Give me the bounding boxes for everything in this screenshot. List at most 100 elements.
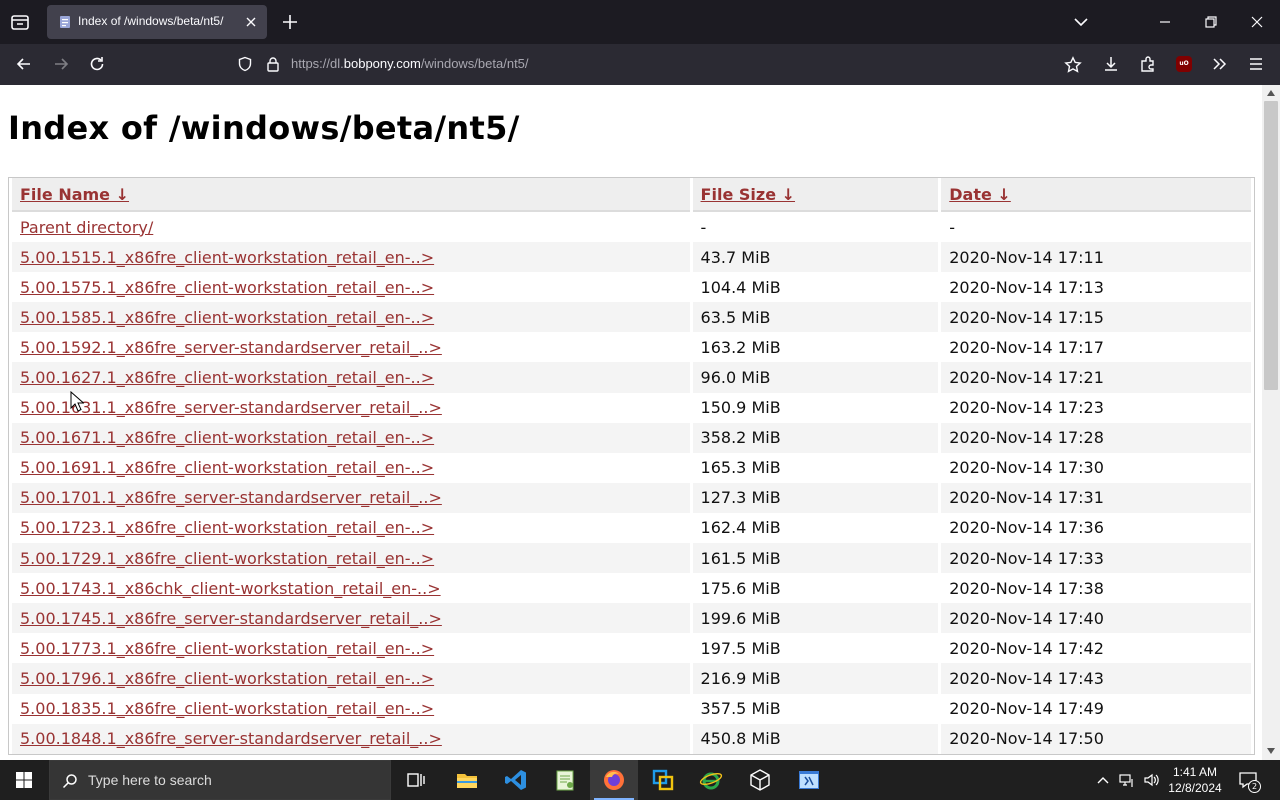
file-size-cell: 96.0 MiB bbox=[692, 362, 939, 393]
hamburger-icon[interactable] bbox=[1247, 55, 1265, 73]
vscode-icon[interactable] bbox=[504, 768, 528, 792]
star-icon[interactable] bbox=[1064, 56, 1082, 74]
file-size-cell: 199.6 MiB bbox=[692, 603, 939, 634]
taskbar-search-box[interactable]: Type here to search bbox=[49, 760, 391, 800]
sort-by-size-link[interactable]: File Size ↓ bbox=[701, 185, 795, 204]
scrollbar-thumb[interactable] bbox=[1264, 101, 1278, 390]
notepad-plus-plus-icon[interactable] bbox=[553, 768, 577, 792]
windows-taskbar: Type here to search 1:41 AM 12/8/2024 2 bbox=[0, 760, 1280, 800]
file-date-cell: 2020-Nov-14 17:36 bbox=[949, 518, 1104, 538]
file-explorer-icon[interactable] bbox=[455, 768, 479, 792]
file-name-cell: 5.00.1515.1_x86fre_client-workstation_re… bbox=[12, 242, 690, 273]
file-name-cell: Parent directory/ bbox=[12, 212, 690, 242]
file-name-cell: 5.00.1745.1_x86fre_server-standardserver… bbox=[12, 603, 690, 634]
download-icon[interactable] bbox=[1102, 55, 1120, 73]
file-link[interactable]: 5.00.1723.1_x86fre_client-workstation_re… bbox=[20, 518, 434, 537]
table-row: 5.00.1671.1_x86fre_client-workstation_re… bbox=[12, 422, 1251, 453]
close-window-icon[interactable] bbox=[1249, 14, 1265, 30]
scroll-up-arrow-icon[interactable] bbox=[1266, 89, 1276, 97]
file-name-cell: 5.00.1671.1_x86fre_client-workstation_re… bbox=[12, 422, 690, 453]
file-link[interactable]: 5.00.1835.1_x86fre_client-workstation_re… bbox=[20, 699, 434, 718]
vertical-scrollbar[interactable] bbox=[1262, 85, 1280, 760]
file-size-cell: 161.5 MiB bbox=[692, 543, 939, 574]
scroll-down-arrow-icon[interactable] bbox=[1266, 747, 1276, 755]
file-link[interactable]: 5.00.1745.1_x86fre_server-standardserver… bbox=[20, 609, 442, 628]
ublock-origin-icon[interactable]: uO bbox=[1176, 56, 1192, 72]
virtual-machine-icon[interactable] bbox=[651, 768, 675, 792]
chevron-down-icon[interactable] bbox=[1072, 13, 1090, 31]
minimize-icon[interactable] bbox=[1157, 14, 1173, 30]
table-row: 5.00.1796.1_x86fre_client-workstation_re… bbox=[12, 663, 1251, 694]
file-link[interactable]: 5.00.1575.1_x86fre_client-workstation_re… bbox=[20, 278, 434, 297]
file-date-cell: 2020-Nov-14 17:21 bbox=[941, 362, 1251, 393]
table-row: 5.00.1575.1_x86fre_client-workstation_re… bbox=[12, 272, 1251, 302]
url-bar[interactable]: https://dl.bobpony.com/windows/beta/nt5/ bbox=[227, 48, 1101, 80]
file-date-cell: 2020-Nov-14 17:17 bbox=[949, 337, 1104, 357]
file-name-cell: 5.00.1729.1_x86fre_client-workstation_re… bbox=[12, 543, 690, 574]
file-link[interactable]: 5.00.1743.1_x86chk_client-workstation_re… bbox=[20, 579, 441, 598]
file-date-cell: 2020-Nov-14 17:28 bbox=[941, 422, 1251, 453]
file-name-cell: 5.00.1723.1_x86fre_client-workstation_re… bbox=[12, 513, 690, 543]
file-link[interactable]: 5.00.1796.1_x86fre_client-workstation_re… bbox=[20, 669, 434, 688]
file-link[interactable]: 5.00.1729.1_x86fre_client-workstation_re… bbox=[20, 549, 434, 568]
file-name-cell: 5.00.1627.1_x86fre_client-workstation_re… bbox=[12, 362, 690, 393]
file-link[interactable]: 5.00.1691.1_x86fre_client-workstation_re… bbox=[20, 458, 434, 477]
3d-cube-icon[interactable] bbox=[748, 768, 772, 792]
file-name-cell: 5.00.1835.1_x86fre_client-workstation_re… bbox=[12, 694, 690, 724]
sort-by-name-link[interactable]: File Name ↓ bbox=[20, 185, 129, 204]
system-clock[interactable]: 1:41 AM 12/8/2024 bbox=[1166, 764, 1224, 796]
file-date-cell: 2020-Nov-14 17:38 bbox=[949, 578, 1104, 598]
table-row: 5.00.1745.1_x86fre_server-standardserver… bbox=[12, 603, 1251, 634]
chevron-up-icon[interactable] bbox=[1095, 772, 1111, 788]
parent-directory-link[interactable]: Parent directory/ bbox=[20, 218, 153, 237]
network-icon[interactable] bbox=[1119, 772, 1135, 788]
file-name-cell: 5.00.1592.1_x86fre_server-standardserver… bbox=[12, 332, 690, 362]
url-text[interactable]: https://dl.bobpony.com/windows/beta/nt5/ bbox=[291, 56, 529, 71]
file-date-cell: 2020-Nov-14 17:49 bbox=[949, 699, 1104, 719]
file-link[interactable]: 5.00.1671.1_x86fre_client-workstation_re… bbox=[20, 428, 434, 447]
notification-count-badge: 2 bbox=[1248, 780, 1261, 793]
file-date-cell: 2020-Nov-14 17:43 bbox=[941, 663, 1251, 694]
file-name-cell: 5.00.1691.1_x86fre_client-workstation_re… bbox=[12, 453, 690, 483]
file-link[interactable]: 5.00.1848.1_x86fre_server-standardserver… bbox=[20, 729, 442, 748]
file-name-cell: 5.00.1585.1_x86fre_client-workstation_re… bbox=[12, 302, 690, 333]
table-row: 5.00.1723.1_x86fre_client-workstation_re… bbox=[12, 513, 1251, 543]
restore-icon[interactable] bbox=[1203, 14, 1219, 30]
file-name-cell: 5.00.1701.1_x86fre_server-standardserver… bbox=[12, 482, 690, 513]
file-link[interactable]: 5.00.1627.1_x86fre_client-workstation_re… bbox=[20, 368, 434, 387]
chevron-double-right-icon[interactable] bbox=[1210, 55, 1228, 73]
task-view-icon[interactable] bbox=[404, 768, 428, 792]
file-link[interactable]: 5.00.1585.1_x86fre_client-workstation_re… bbox=[20, 308, 434, 327]
file-rows: Parent directory/ - - 5.00.1515.1_x86fre_cl… bbox=[12, 212, 1251, 754]
extensions-icon[interactable] bbox=[1139, 55, 1157, 73]
file-link[interactable]: 5.00.1773.1_x86fre_client-workstation_re… bbox=[20, 639, 434, 658]
table-row: 5.00.1631.1_x86fre_server-standardserver… bbox=[12, 393, 1251, 423]
page-title: Index of /windows/beta/nt5/ bbox=[8, 109, 520, 147]
tab-active[interactable]: Index of /windows/beta/nt5/ bbox=[47, 5, 267, 39]
lock-icon[interactable] bbox=[265, 56, 281, 72]
windows-start-icon[interactable] bbox=[0, 760, 48, 800]
file-name-cell: 5.00.1848.1_x86fre_server-standardserver… bbox=[12, 723, 690, 754]
tracking-protection-shield-icon[interactable] bbox=[237, 56, 253, 72]
column-header-size: File Size ↓ bbox=[692, 178, 939, 210]
file-link[interactable]: 5.00.1592.1_x86fre_server-standardserver… bbox=[20, 338, 442, 357]
volume-icon[interactable] bbox=[1143, 772, 1159, 788]
file-size-cell: 162.4 MiB bbox=[700, 518, 781, 538]
back-arrow-icon[interactable] bbox=[15, 55, 33, 73]
file-size-cell: 165.3 MiB bbox=[700, 458, 781, 478]
file-link[interactable]: 5.00.1515.1_x86fre_client-workstation_re… bbox=[20, 248, 434, 267]
windows-xp-app-icon[interactable] bbox=[797, 768, 821, 792]
firefox-icon[interactable] bbox=[602, 768, 626, 792]
file-date-cell: 2020-Nov-14 17:30 bbox=[949, 458, 1104, 478]
reload-icon[interactable] bbox=[88, 55, 106, 73]
file-date-cell: 2020-Nov-14 17:42 bbox=[949, 638, 1104, 658]
file-link[interactable]: 5.00.1701.1_x86fre_server-standardserver… bbox=[20, 488, 442, 507]
close-tab-icon[interactable] bbox=[243, 14, 259, 30]
forward-arrow-icon[interactable] bbox=[52, 55, 70, 73]
internet-explorer-icon[interactable] bbox=[699, 768, 723, 792]
file-date-cell: 2020-Nov-14 17:15 bbox=[941, 302, 1251, 333]
sort-by-date-link[interactable]: Date ↓ bbox=[949, 185, 1011, 204]
file-date-cell: 2020-Nov-14 17:40 bbox=[941, 603, 1251, 634]
tab-list-icon[interactable] bbox=[8, 10, 32, 34]
new-tab-icon[interactable] bbox=[280, 12, 300, 32]
